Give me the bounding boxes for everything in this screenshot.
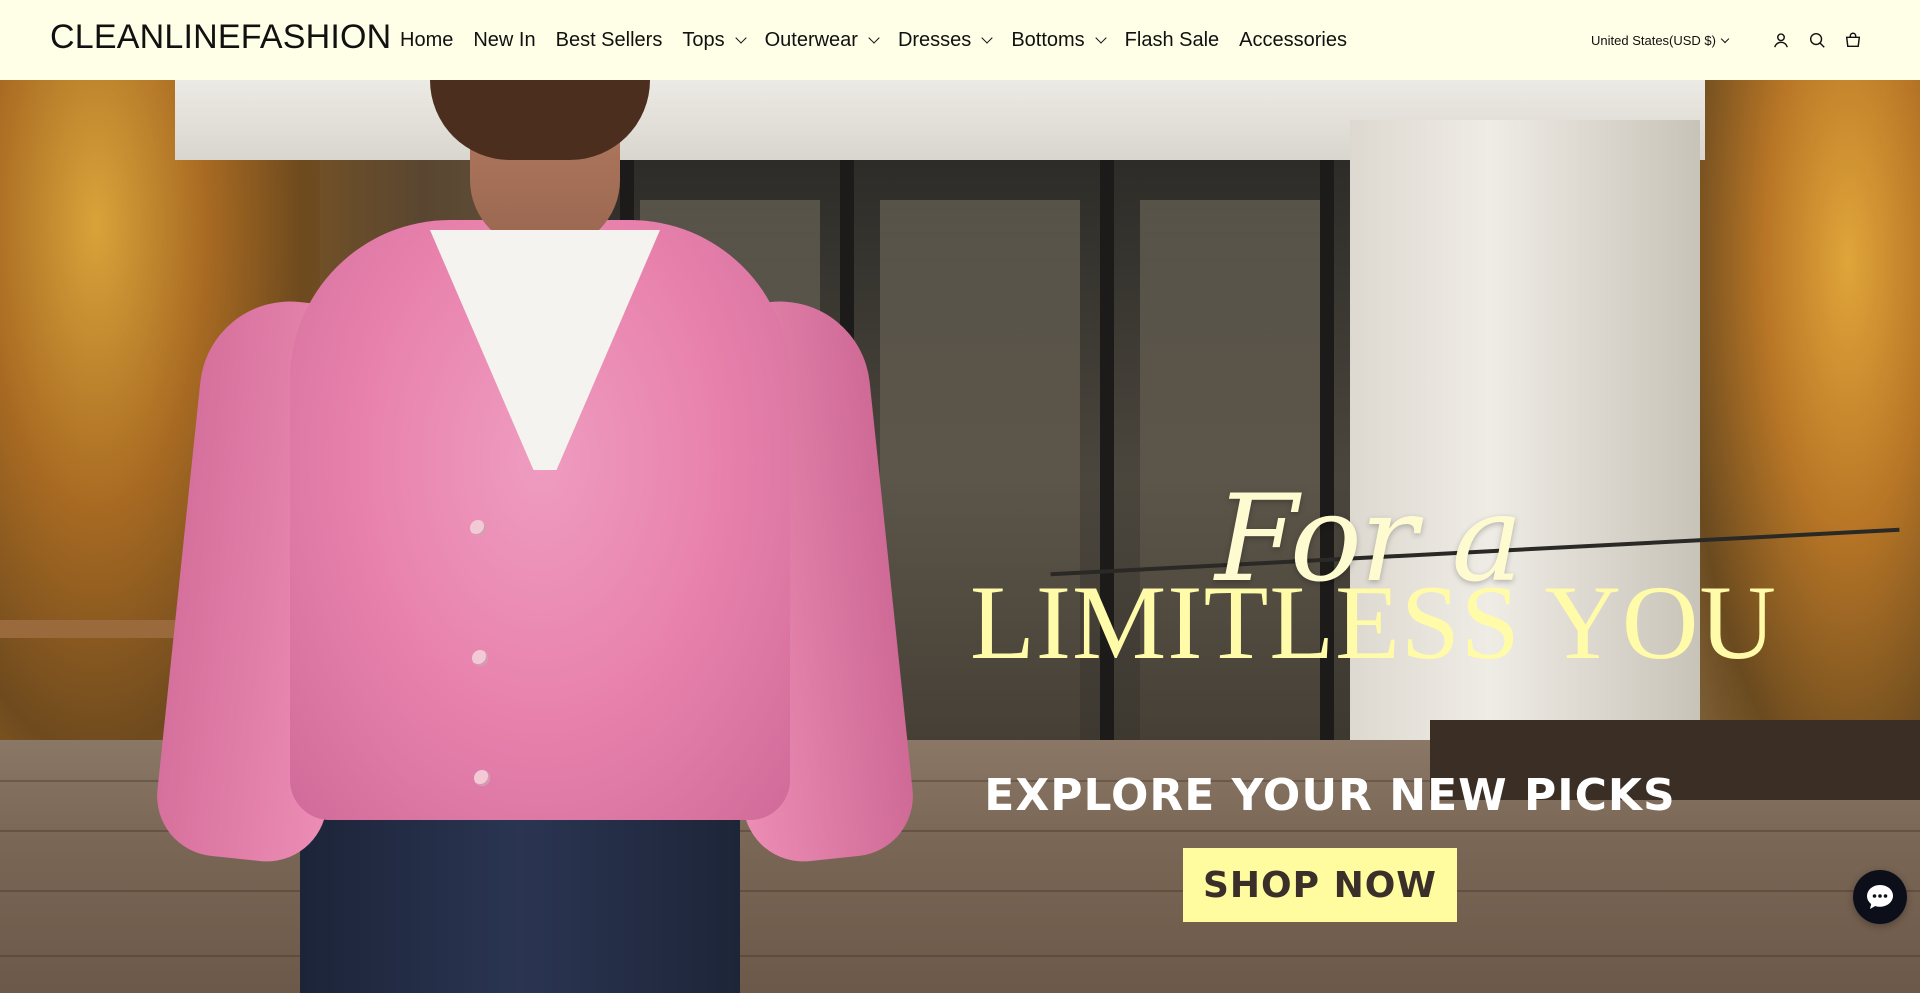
nav-label: Dresses — [897, 28, 972, 51]
hero-subheadline: EXPLORE YOUR NEW PICKS — [984, 770, 1676, 821]
nav-item-home[interactable]: Home — [400, 29, 453, 52]
nav-item-outerwear[interactable]: Outerwear — [764, 28, 880, 52]
cart-icon[interactable] — [1844, 31, 1862, 49]
nav-item-best-sellers[interactable]: Best Sellers — [556, 29, 663, 52]
chevron-down-icon — [981, 32, 993, 44]
chevron-down-icon — [868, 32, 880, 44]
hero-banner: For a LIMITLESS YOU EXPLORE YOUR NEW PIC… — [0, 80, 1920, 993]
chevron-down-icon — [734, 32, 747, 44]
chat-icon — [1867, 885, 1893, 909]
hero-headline: LIMITLESS YOU — [970, 564, 1777, 681]
nav-item-accessories[interactable]: Accessories — [1239, 29, 1347, 52]
chevron-down-icon — [1095, 32, 1107, 44]
nav-item-tops[interactable]: Tops — [682, 28, 747, 52]
locale-label: United States(USD $) — [1591, 32, 1716, 48]
shop-now-button[interactable]: SHOP NOW — [1183, 848, 1457, 922]
account-icon[interactable] — [1772, 31, 1790, 49]
chevron-down-icon — [1720, 34, 1730, 43]
nav-label: Outerwear — [764, 28, 858, 51]
nav-label: Best Sellers — [555, 28, 663, 51]
locale-selector[interactable]: United States(USD $) — [1591, 32, 1730, 48]
nav-label: New In — [473, 28, 536, 51]
site-logo[interactable]: CLEANLINEFASHION — [50, 18, 391, 57]
search-icon[interactable] — [1808, 31, 1826, 49]
main-nav: Home New In Best Sellers Tops Outerwear … — [400, 0, 1367, 80]
chat-widget-button[interactable] — [1853, 870, 1907, 924]
nav-label: Bottoms — [1011, 28, 1085, 51]
nav-label: Accessories — [1239, 28, 1347, 51]
model-figure — [151, 80, 919, 993]
nav-label: Tops — [682, 28, 725, 51]
header-actions: United States(USD $) — [1591, 0, 1862, 80]
nav-item-flash-sale[interactable]: Flash Sale — [1125, 29, 1220, 52]
nav-label: Flash Sale — [1124, 28, 1220, 51]
nav-item-dresses[interactable]: Dresses — [897, 28, 993, 52]
nav-item-bottoms[interactable]: Bottoms — [1011, 28, 1107, 52]
nav-label: Home — [400, 28, 454, 51]
site-header: CLEANLINEFASHION Home New In Best Seller… — [0, 0, 1920, 80]
nav-item-new-in[interactable]: New In — [473, 29, 535, 52]
